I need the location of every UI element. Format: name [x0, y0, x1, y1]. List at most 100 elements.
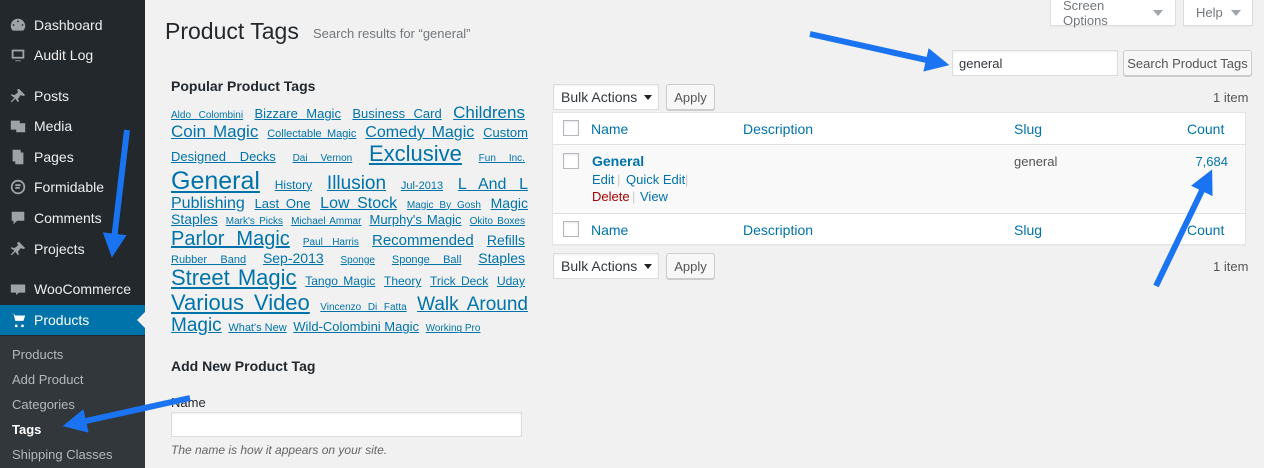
tag-cloud-link[interactable]: General [171, 167, 260, 195]
tags-table: Name Description Slug Count General Edit… [552, 112, 1246, 245]
audit-log-icon [0, 46, 34, 64]
tag-cloud-link[interactable]: Illusion [327, 173, 386, 194]
tag-cloud-link[interactable]: Trick Deck [430, 274, 488, 288]
col-name[interactable]: Name [591, 222, 628, 238]
tag-cloud-link[interactable]: Fun Inc. [479, 153, 525, 164]
caret-down-icon [1153, 9, 1163, 21]
menu-pages[interactable]: Pages [0, 142, 145, 172]
tag-cloud-link[interactable]: Vincenzo Di Fatta [320, 302, 406, 313]
menu-comments[interactable]: Comments [0, 203, 145, 233]
menu-media[interactable]: Media [0, 111, 145, 141]
tag-cloud-link[interactable]: Refills [487, 232, 525, 248]
row-checkbox[interactable] [563, 153, 579, 169]
bulk-actions-select-bottom[interactable]: Bulk Actions [553, 253, 659, 279]
tag-cloud-link[interactable]: Business Card [352, 106, 441, 121]
tag-cloud-link[interactable]: Aldo Colombini [171, 110, 243, 121]
dropdown-arrow-icon [644, 264, 652, 273]
menu-woocommerce[interactable]: WooCommerce [0, 274, 145, 304]
tag-cloud-link[interactable]: Dai Vernon [293, 153, 353, 164]
tag-cloud-link[interactable]: Jul-2013 [401, 180, 443, 192]
submenu-products[interactable]: Products [12, 347, 63, 362]
tag-cloud-link[interactable]: Staples [478, 250, 525, 266]
col-slug[interactable]: Slug [1014, 121, 1042, 137]
pin-icon [0, 240, 34, 258]
submenu-add-product[interactable]: Add Product [12, 372, 84, 387]
search-product-tags-button[interactable]: Search Product Tags [1123, 50, 1252, 76]
tag-cloud-link[interactable]: Uday [497, 274, 525, 288]
pin-icon [0, 87, 34, 105]
col-slug[interactable]: Slug [1014, 222, 1042, 238]
submenu-tags[interactable]: Tags [12, 422, 41, 437]
menu-audit-log[interactable]: Audit Log [0, 40, 145, 70]
tag-cloud-link[interactable]: Childrens [453, 103, 525, 122]
dashboard-icon [0, 16, 34, 34]
bulk-actions-label: Bulk Actions [561, 258, 638, 274]
apply-button-bottom[interactable]: Apply [666, 253, 715, 279]
tag-cloud-link[interactable]: History [275, 178, 312, 192]
apply-button-top[interactable]: Apply [666, 84, 715, 110]
menu-products[interactable]: Products [0, 305, 145, 335]
edit-link[interactable]: Edit [592, 172, 614, 187]
delete-link[interactable]: Delete [592, 189, 630, 204]
tag-cloud-link[interactable]: Recommended [372, 232, 474, 249]
tag-cloud-link[interactable]: Michael Ammar [291, 216, 361, 227]
menu-dashboard[interactable]: Dashboard [0, 10, 145, 40]
select-all-checkbox[interactable] [563, 120, 579, 136]
tag-cloud-link[interactable]: Working Pro [426, 323, 481, 334]
tag-cloud-link[interactable]: Parlor Magic [171, 228, 290, 250]
media-icon [0, 117, 34, 135]
tag-cloud-link[interactable]: Murphy's Magic [370, 212, 462, 228]
tag-cloud-link[interactable]: Sponge [341, 255, 375, 266]
submenu-shipping-classes[interactable]: Shipping Classes [12, 447, 112, 462]
search-input[interactable] [952, 50, 1118, 76]
bulk-actions-label: Bulk Actions [561, 89, 638, 105]
tag-cloud-link[interactable]: Sponge Ball [392, 254, 462, 266]
tag-cloud-link[interactable]: Paul Harris [303, 237, 359, 248]
tag-cloud-link[interactable]: Tango Magic [305, 274, 375, 288]
col-count[interactable]: Count [1187, 121, 1224, 137]
tag-cloud-link[interactable]: Last One [255, 196, 311, 211]
tag-cloud-link[interactable]: Okito Boxes [470, 216, 525, 227]
tag-cloud-link[interactable]: What's New [228, 322, 286, 334]
menu-posts[interactable]: Posts [0, 81, 145, 111]
col-description[interactable]: Description [743, 121, 813, 137]
tag-cloud-link[interactable]: Rubber Band [171, 254, 246, 266]
count-link[interactable]: 7,684 [1195, 154, 1228, 169]
menu-label: Formidable [34, 179, 105, 195]
menu-label: Media [34, 118, 73, 134]
view-link[interactable]: View [640, 189, 668, 204]
menu-projects[interactable]: Projects [0, 234, 145, 264]
tag-cloud-link[interactable]: Coin Magic [171, 122, 258, 141]
bulk-actions-select-top[interactable]: Bulk Actions [553, 84, 659, 110]
tag-cloud-link[interactable]: Exclusive [369, 141, 462, 166]
tag-cloud-link[interactable]: Bizzare Magic [255, 106, 341, 121]
menu-formidable[interactable]: Formidable [0, 172, 145, 202]
submenu-categories[interactable]: Categories [12, 397, 75, 412]
tag-name-link[interactable]: General [592, 153, 644, 169]
tag-cloud-link[interactable]: Sep-2013 [263, 250, 324, 266]
help-button[interactable]: Help [1183, 0, 1253, 26]
screen-options-button[interactable]: Screen Options [1050, 0, 1176, 28]
items-count-top: 1 item [1213, 90, 1249, 105]
separator: | [617, 172, 621, 187]
products-submenu: Products Add Product Categories Tags Shi… [0, 336, 145, 468]
menu-label: Comments [34, 210, 102, 226]
tag-cloud-link[interactable]: Collectable Magic [267, 128, 356, 140]
tag-cloud-link[interactable]: Theory [384, 274, 421, 288]
help-label: Help [1196, 5, 1223, 20]
quick-edit-link[interactable]: Quick Edit [626, 172, 685, 187]
tag-cloud-link[interactable]: Mark's Picks [226, 216, 283, 227]
col-description[interactable]: Description [743, 222, 813, 238]
col-name[interactable]: Name [591, 121, 628, 137]
woocommerce-icon [0, 280, 34, 298]
tag-name-input[interactable] [171, 412, 522, 437]
tag-cloud-link[interactable]: Various Video [171, 290, 310, 315]
tag-cloud-link[interactable]: Street Magic [171, 265, 297, 290]
name-hint: The name is how it appears on your site. [171, 443, 388, 457]
tag-cloud-link[interactable]: Low Stock [320, 195, 397, 212]
tag-cloud-link[interactable]: Comedy Magic [365, 124, 474, 141]
tag-cloud-link[interactable]: Wild-Colombini Magic [293, 319, 419, 335]
select-all-checkbox-bottom[interactable] [563, 221, 579, 237]
col-count[interactable]: Count [1187, 222, 1224, 238]
tag-cloud-link[interactable]: Magic By Gosh [407, 200, 481, 211]
